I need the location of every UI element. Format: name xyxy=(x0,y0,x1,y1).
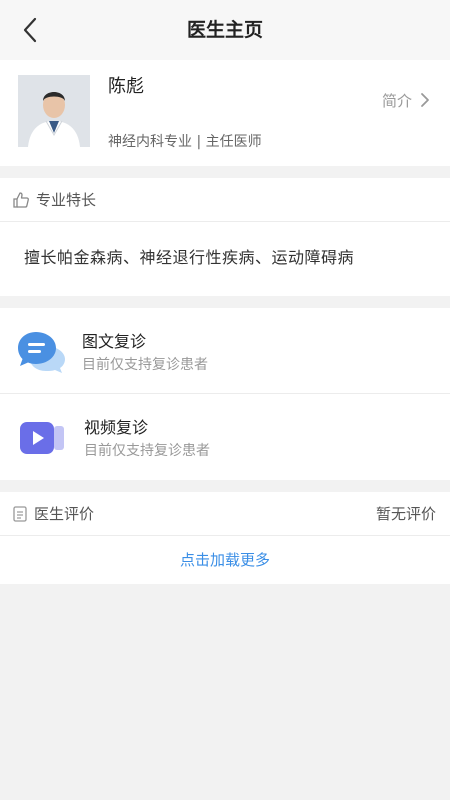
doctor-profile-card: 陈彪 神经内科专业 | 主任医师 简介 xyxy=(0,60,450,166)
reviews-header: 医生评价 暂无评价 xyxy=(0,492,450,536)
doctor-department-title: 神经内科专业 | 主任医师 xyxy=(108,134,262,150)
service-item-video-consult[interactable]: 视频复诊 目前仅支持复诊患者 xyxy=(0,394,450,480)
service-subtitle: 目前仅支持复诊患者 xyxy=(82,357,208,373)
intro-link[interactable]: 简介 xyxy=(382,88,430,112)
specialty-label: 专业特长 xyxy=(36,191,97,209)
reviews-section: 医生评价 暂无评价 点击加载更多 xyxy=(0,492,450,584)
chevron-right-icon xyxy=(421,93,429,107)
service-title: 视频复诊 xyxy=(84,418,149,437)
service-item-text-consult[interactable]: 图文复诊 目前仅支持复诊患者 xyxy=(0,308,450,394)
load-more-link[interactable]: 点击加载更多 xyxy=(0,536,450,584)
specialty-header: 专业特长 xyxy=(0,178,450,222)
reviews-status: 暂无评价 xyxy=(375,505,436,523)
document-icon xyxy=(13,505,27,522)
doctor-name: 陈彪 xyxy=(108,76,144,97)
video-camera-icon xyxy=(20,422,64,454)
service-subtitle: 目前仅支持复诊患者 xyxy=(84,443,210,459)
intro-label: 简介 xyxy=(381,91,412,110)
specialty-section: 专业特长 擅长帕金森病、神经退行性疾病、运动障碍病 xyxy=(0,178,450,296)
thumbs-up-icon xyxy=(13,191,29,208)
reviews-label: 医生评价 xyxy=(34,505,95,523)
chat-bubble-icon xyxy=(18,332,65,373)
doctor-avatar xyxy=(18,75,90,147)
service-title: 图文复诊 xyxy=(82,332,147,351)
nav-bar: 医生主页 xyxy=(0,0,450,60)
specialty-text: 擅长帕金森病、神经退行性疾病、运动障碍病 xyxy=(24,248,355,267)
consultation-services: 图文复诊 目前仅支持复诊患者 视频复诊 目前仅支持复诊患者 xyxy=(0,308,450,480)
page-title: 医生主页 xyxy=(186,19,263,41)
